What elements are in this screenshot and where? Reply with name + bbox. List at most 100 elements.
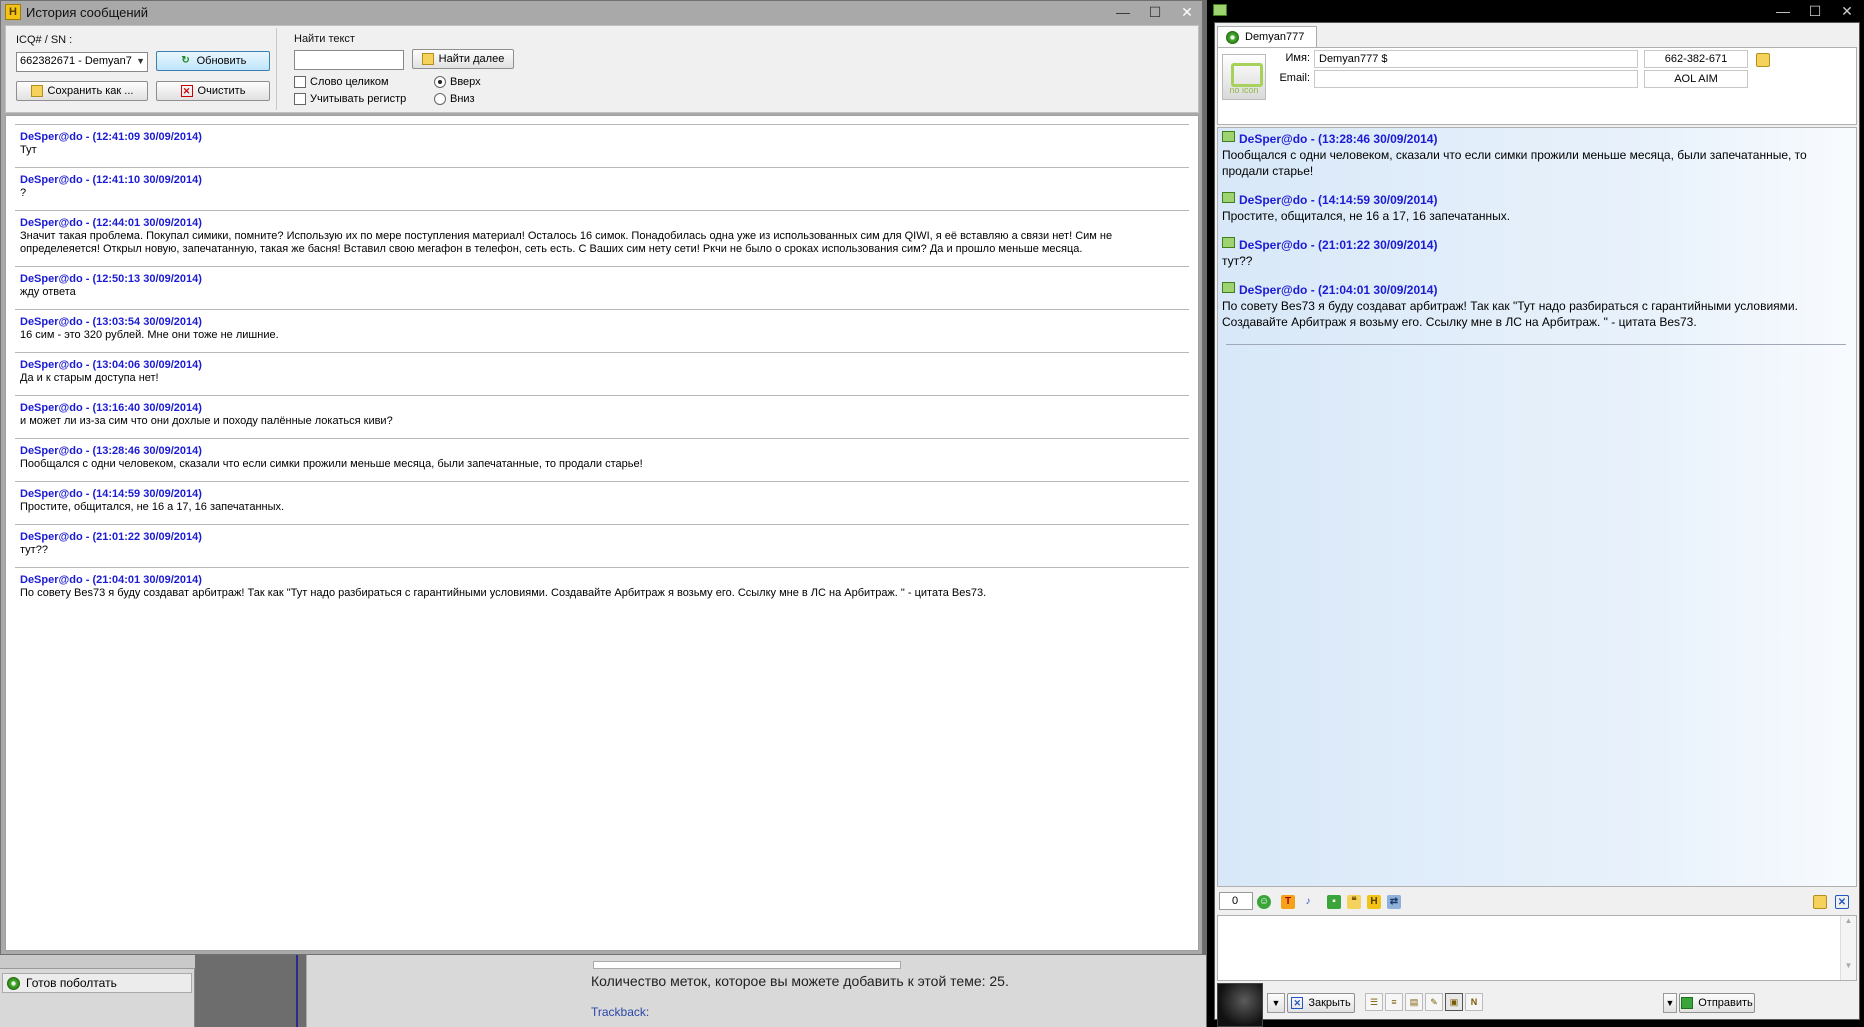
- message-text: Значит такая проблема. Покупал симики, п…: [20, 230, 1113, 255]
- close-button[interactable]: ✕: [1838, 3, 1856, 20]
- forum-input[interactable]: [593, 961, 901, 969]
- action-button-2[interactable]: ≡: [1385, 993, 1403, 1011]
- close-chat-button[interactable]: ✕ Закрыть: [1287, 993, 1355, 1013]
- options-dropdown-button[interactable]: ▼: [1267, 993, 1285, 1013]
- history-message: DeSper@do - (13:16:40 30/09/2014) и может…: [15, 395, 1189, 438]
- message-header: DeSper@do - (14:14:59 30/09/2014): [20, 488, 202, 500]
- smiley-icon[interactable]: ☺: [1257, 895, 1271, 909]
- contact-list-toolbar: [0, 955, 195, 969]
- file-transfer-icon[interactable]: ⇄: [1387, 895, 1401, 909]
- action-button-3[interactable]: ▤: [1405, 993, 1423, 1011]
- chat-window-controls: — ☐ ✕: [1774, 0, 1856, 22]
- search-up-radio[interactable]: Вверх: [434, 76, 481, 88]
- message-text: ?: [20, 187, 27, 199]
- contact-uin-field[interactable]: 662-382-671: [1644, 50, 1748, 68]
- contact-details-icon[interactable]: [1756, 53, 1770, 67]
- save-as-button-label: Сохранить как ...: [47, 85, 134, 97]
- chevron-down-icon: ▼: [136, 56, 145, 66]
- contact-email-field[interactable]: [1314, 70, 1638, 88]
- message-header: DeSper@do - (21:04:01 30/09/2014): [20, 574, 202, 586]
- message-text: 16 сим - это 320 рублей. Мне они тоже не…: [20, 329, 279, 341]
- whole-word-checkbox[interactable]: Слово целиком: [294, 76, 389, 88]
- history-icon[interactable]: H: [1367, 895, 1381, 909]
- close-tab-icon[interactable]: ✕: [1835, 895, 1849, 909]
- chat-window: — ☐ ✕ Demyan777 no icon Имя: Demyan777 $…: [1207, 0, 1864, 1027]
- input-scrollbar[interactable]: ▲ ▼: [1840, 916, 1856, 980]
- action-button-1[interactable]: ☰: [1365, 993, 1383, 1011]
- history-window-controls: — ☐ ✕: [1114, 1, 1196, 23]
- find-text-input[interactable]: [294, 50, 404, 70]
- history-message: DeSper@do - (21:04:01 30/09/2014) По сове…: [15, 567, 1189, 610]
- forum-page-fragment: Количество меток, которое вы можете доба…: [306, 955, 1206, 1027]
- checkbox-box: [294, 93, 306, 105]
- status-selector[interactable]: Готов поболтать: [2, 973, 192, 993]
- contact-name-field[interactable]: Demyan777 $: [1314, 50, 1638, 68]
- trackback-label: Trackback:: [591, 1005, 650, 1019]
- send-button[interactable]: Отправить: [1679, 993, 1755, 1013]
- encoding-icon: ▣: [1449, 997, 1459, 1007]
- message-icon: [1222, 236, 1235, 248]
- message-text: Простите, общитался, не 16 а 17, 16 запе…: [1222, 209, 1511, 223]
- action-button-4[interactable]: ✎: [1425, 993, 1443, 1011]
- maximize-button[interactable]: ☐: [1806, 3, 1824, 20]
- chat-frame: Demyan777 no icon Имя: Demyan777 $ Email…: [1214, 22, 1860, 1027]
- match-case-checkbox[interactable]: Учитывать регистр: [294, 93, 406, 105]
- sn-select[interactable]: 662382671 - Demyan7 ▼: [16, 52, 148, 72]
- tab-demyan777[interactable]: Demyan777: [1217, 26, 1317, 47]
- search-down-radio[interactable]: Вниз: [434, 93, 475, 105]
- contact-avatar: no icon: [1222, 54, 1266, 100]
- history-message: DeSper@do - (21:01:22 30/09/2014) тут??: [15, 524, 1189, 567]
- minimize-button[interactable]: —: [1114, 4, 1132, 20]
- message-header: DeSper@do - (13:28:46 30/09/2014): [1239, 132, 1438, 146]
- history-message: DeSper@do - (14:14:59 30/09/2014) Простит…: [15, 481, 1189, 524]
- quote-icon[interactable]: ❝: [1347, 895, 1361, 909]
- notes-icon[interactable]: [1813, 895, 1827, 909]
- message-header: DeSper@do - (12:50:13 30/09/2014): [20, 273, 202, 285]
- name-label: Имя:: [1285, 52, 1310, 64]
- history-message: DeSper@do - (12:41:09 30/09/2014) Тут: [15, 124, 1189, 167]
- checkbox-box: [294, 76, 306, 88]
- status-label: Готов поболтать: [26, 976, 117, 990]
- chat-message-log[interactable]: DeSper@do - (13:28:46 30/09/2014) Пообща…: [1217, 127, 1857, 887]
- chat-titlebar[interactable]: — ☐ ✕: [1207, 0, 1864, 20]
- action-button-6[interactable]: N: [1465, 993, 1483, 1011]
- refresh-icon: ↻: [181, 55, 190, 66]
- message-icon: [1222, 130, 1235, 142]
- message-text: Пообщался с одни человеком, сказали что …: [20, 458, 643, 470]
- translit-icon: ✎: [1430, 997, 1438, 1007]
- close-button[interactable]: ✕: [1178, 4, 1196, 21]
- save-icon[interactable]: ▪: [1327, 895, 1341, 909]
- chat-app-icon: [1213, 4, 1227, 16]
- message-text: Пообщался с одни человеком, сказали что …: [1222, 148, 1807, 178]
- history-titlebar[interactable]: H История сообщений: [1, 1, 1202, 23]
- history-message-log[interactable]: DeSper@do - (12:41:09 30/09/2014) Тут DeS…: [5, 115, 1199, 951]
- clear-button-label: Очистить: [197, 85, 246, 97]
- action-button-5[interactable]: ▣: [1445, 993, 1463, 1011]
- clear-button[interactable]: ✕ Очистить: [156, 81, 270, 101]
- message-text: тут??: [20, 544, 48, 556]
- chevron-down-icon: ▼: [1271, 998, 1281, 1008]
- my-avatar: [1217, 983, 1263, 1027]
- font-icon[interactable]: T: [1281, 895, 1295, 909]
- save-icon: [30, 85, 43, 97]
- email-label: Email:: [1279, 72, 1310, 84]
- message-input[interactable]: ▲ ▼: [1217, 915, 1857, 981]
- close-icon: ✕: [1291, 997, 1304, 1009]
- save-as-button[interactable]: Сохранить как ...: [16, 81, 148, 101]
- send-options-dropdown[interactable]: ▼: [1663, 993, 1677, 1013]
- minimize-button[interactable]: —: [1774, 3, 1792, 19]
- message-header: DeSper@do - (13:28:46 30/09/2014): [20, 445, 202, 457]
- refresh-button[interactable]: ↻ Обновить: [156, 51, 270, 71]
- find-next-button[interactable]: Найти далее: [412, 49, 514, 69]
- send-button-label: Отправить: [1698, 997, 1753, 1009]
- chat-message: DeSper@do - (21:04:01 30/09/2014) По сов…: [1222, 281, 1850, 330]
- history-window-title: История сообщений: [26, 4, 149, 20]
- chat-message: DeSper@do - (13:28:46 30/09/2014) Пообща…: [1222, 130, 1850, 179]
- history-message: DeSper@do - (13:03:54 30/09/2014) 16 сим …: [15, 309, 1189, 352]
- sn-label: ICQ# / SN :: [16, 34, 73, 46]
- maximize-button[interactable]: ☐: [1146, 4, 1164, 21]
- nudge-icon[interactable]: ♪: [1301, 895, 1315, 909]
- message-text: Тут: [20, 144, 37, 156]
- contact-protocol-field: AOL AIM: [1644, 70, 1748, 88]
- chat-bottom-bar: ▼ ✕ Закрыть ☰ ≡ ▤ ✎ ▣ N ▼ Отправить: [1217, 983, 1857, 1027]
